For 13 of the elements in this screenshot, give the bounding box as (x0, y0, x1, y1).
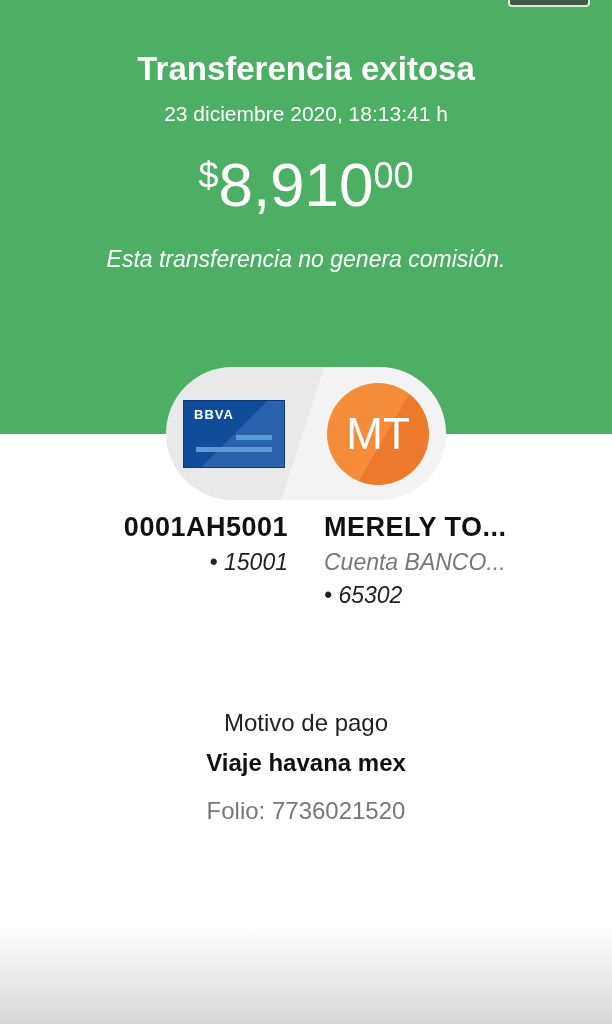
bank-card-logo: BBVA (183, 399, 285, 468)
origin-detail: • 15001 (209, 549, 288, 576)
origin-account: 0001AH5001 (123, 512, 288, 543)
payment-reason-label: Motivo de pago (223, 709, 389, 737)
recipient-name: MERELY TO... (324, 512, 507, 543)
folio: Folio: 7736021520 (206, 797, 406, 825)
payment-reason-value: Viaje havana mex (206, 749, 406, 777)
title: Transferencia exitosa (137, 50, 475, 88)
commission-note: Esta transferencia no genera comisión. (106, 246, 506, 273)
recipient-avatar: MT (327, 382, 429, 485)
date-time: 23 diciembre 2020, 18:13:41 h (164, 102, 448, 126)
recipient-detail: • 65302 (324, 582, 403, 609)
recipient-detail: Cuenta BANCO... (324, 549, 506, 576)
